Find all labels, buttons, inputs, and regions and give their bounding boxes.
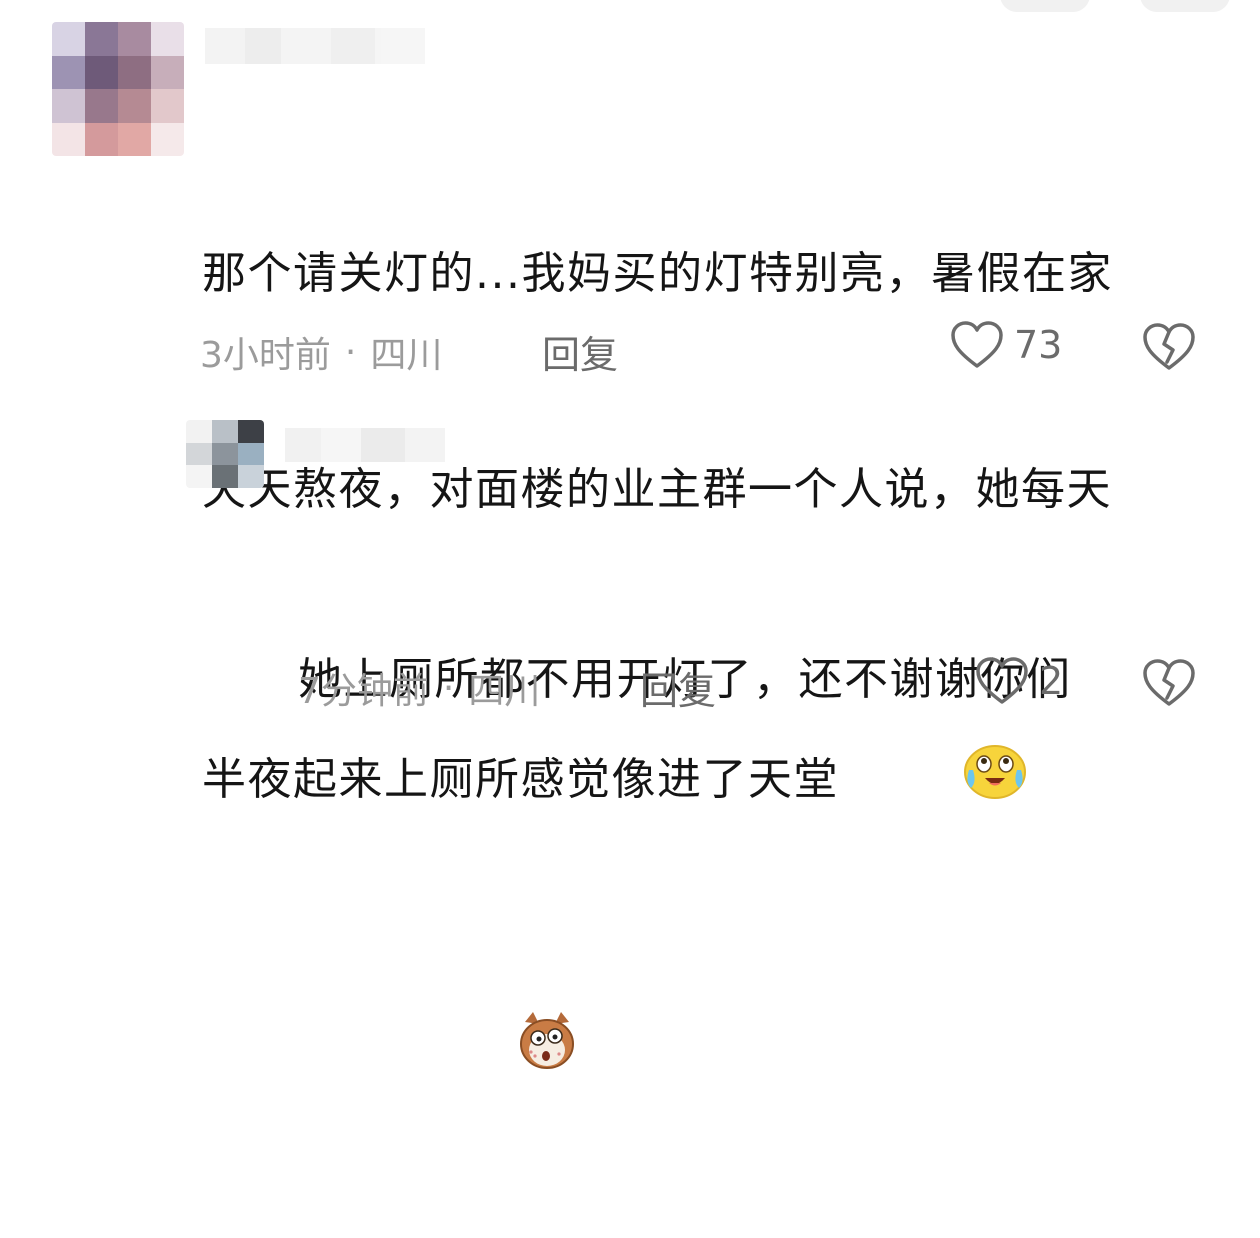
like-button[interactable]: 73 bbox=[950, 320, 1062, 370]
comment-location: 四川 bbox=[468, 671, 541, 712]
comment-meta: 3小时前 · 四川 bbox=[200, 326, 442, 378]
dislike-button[interactable] bbox=[1142, 658, 1196, 712]
comment-text-line: 那个请关灯的...我妈买的灯特别亮，暑假在家 bbox=[202, 248, 1113, 299]
comment-text: 她上厕所都不用开灯了，还不谢谢你们 bbox=[298, 500, 1218, 1070]
heart-icon bbox=[950, 320, 1004, 370]
username-blurred[interactable] bbox=[205, 28, 425, 64]
top-partial-element bbox=[1000, 0, 1090, 12]
comment-time: 3小时前 bbox=[200, 335, 331, 376]
reply-button[interactable]: 回复 bbox=[640, 660, 716, 715]
broken-heart-icon bbox=[1142, 323, 1196, 376]
avatar[interactable] bbox=[186, 420, 264, 488]
broken-heart-icon bbox=[1142, 659, 1196, 712]
comment-time: 7分钟前 bbox=[298, 671, 429, 712]
meta-separator: · bbox=[344, 331, 357, 373]
like-count: 73 bbox=[1014, 323, 1063, 367]
top-partial-element bbox=[1140, 0, 1230, 12]
meta-separator: · bbox=[442, 667, 455, 709]
like-button[interactable]: 2 bbox=[975, 656, 1063, 706]
comment-text-line bbox=[298, 860, 1218, 1069]
username-blurred[interactable] bbox=[285, 428, 445, 462]
reply-button[interactable]: 回复 bbox=[542, 324, 618, 379]
comment-location: 四川 bbox=[370, 335, 443, 376]
comment-meta: 7分钟前 · 四川 bbox=[298, 662, 540, 714]
avatar[interactable] bbox=[52, 22, 184, 156]
heart-icon bbox=[975, 656, 1029, 706]
dislike-button[interactable] bbox=[1142, 322, 1196, 376]
dog-emoji-icon bbox=[391, 936, 579, 1166]
like-count: 2 bbox=[1039, 659, 1064, 703]
